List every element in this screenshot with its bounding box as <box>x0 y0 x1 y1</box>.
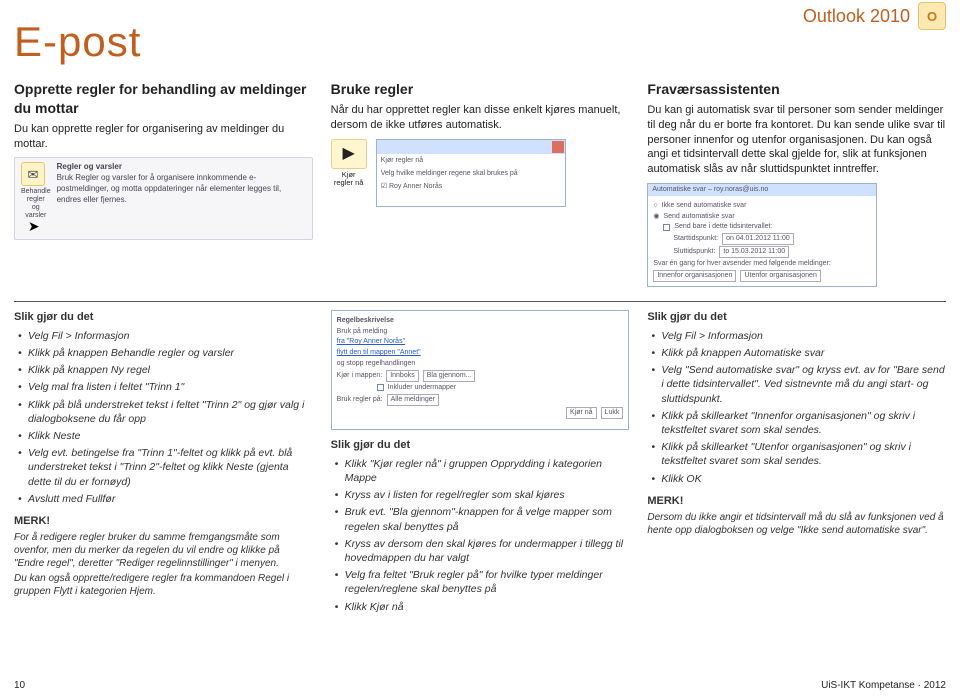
rd-alle: Alle meldinger <box>387 394 439 405</box>
steps-col-2: Regelbeskrivelse Bruk på melding fra "Ro… <box>331 310 630 617</box>
end-value: to 15.03.2012 11:00 <box>719 246 789 257</box>
intro1-title: Opprette regler for behandling av meldin… <box>14 80 313 118</box>
slik3-heading: Slik gjør du det <box>647 310 946 325</box>
opt-interval: Send bare i dette tidsintervallet: <box>674 222 772 231</box>
intro1-body: Du kan opprette regler for organisering … <box>14 122 313 152</box>
start-label: Starttidspunkt: <box>673 234 718 243</box>
rules-icon: ✉ <box>21 162 45 186</box>
page-number: 10 <box>14 680 25 691</box>
end-label: Sluttidspunkt: <box>673 247 715 256</box>
intro3-body: Du kan gi automatisk svar til personer s… <box>647 103 946 177</box>
list-item: Velg fra feltet "Bruk regler på" for hvi… <box>335 568 630 596</box>
list-item: Klikk Kjør nå <box>335 600 630 614</box>
tab-outside: Utenfor organisasjonen <box>740 270 820 281</box>
rd-inbox: Innboks <box>386 370 419 381</box>
list-item: Velg Fil > Informasjon <box>18 329 313 343</box>
cursor-icon: ➤ <box>28 218 40 234</box>
slik2-list: Klikk "Kjør regler nå" i gruppen Opprydd… <box>331 457 630 614</box>
fig1-label1: Behandle regler <box>21 188 51 203</box>
list-item: Klikk på knappen Automatiske svar <box>651 346 946 360</box>
start-value: on 04.01.2012 11:00 <box>722 233 794 244</box>
figure-rules-alerts: ✉ Behandle regler og varsler ➤ Regler og… <box>14 157 313 239</box>
list-item: Velg Fil > Informasjon <box>651 329 946 343</box>
rd-include: Inkluder undermapper <box>388 383 457 392</box>
list-item: Klikk på skillearket "Innenfor organisas… <box>651 409 946 437</box>
rd-browse: Bla gjennom... <box>423 370 476 381</box>
list-item: Klikk på blå understreket tekst i feltet… <box>18 398 313 426</box>
dlg2-row2: ☑ Roy Anner Norås <box>377 180 565 193</box>
dlg2-row1: Velg hvilke meldinger regene skal brukes… <box>377 167 565 180</box>
opt-nosend: Ikke send automatiske svar <box>662 201 747 210</box>
dlg2-title: Kjør regler nå <box>377 154 565 167</box>
dlg3-note: Svar én gang for hver avsender med følge… <box>653 259 871 268</box>
figure-autoresponse-dialog: Automatiske svar – roy.noras@uis.no ○Ikk… <box>647 183 877 287</box>
merk1-heading: MERK! <box>14 514 313 529</box>
rd-row: Bruk på melding <box>337 327 624 336</box>
app-name: Outlook 2010 <box>803 6 910 27</box>
rd-row: fra "Roy Anner Norås" <box>337 337 624 346</box>
list-item: Klikk på knappen Behandle regler og vars… <box>18 346 313 360</box>
slik1-heading: Slik gjør du det <box>14 310 313 325</box>
figure-run-rules-dialog: Kjør regler nå Velg hvilke meldinger reg… <box>376 139 566 207</box>
figure-rule-detail-dialog: Regelbeskrivelse Bruk på melding fra "Ro… <box>331 310 630 430</box>
tab-inside: Innenfor organisasjonen <box>653 270 736 281</box>
merk1-body1: For å redigere regler bruker du samme fr… <box>14 531 313 570</box>
merk3-body: Dersom du ikke angir et tidsintervall må… <box>647 511 946 537</box>
list-item: Klikk OK <box>651 472 946 486</box>
merk1-body2: Du kan også opprette/redigere regler fra… <box>14 572 313 598</box>
list-item: Klikk på skillearket "Utenfor organisasj… <box>651 440 946 468</box>
list-item: Velg evt. betingelse fra "Trinn 1"-felte… <box>18 446 313 489</box>
rd-row: og stopp regelhandlingen <box>337 359 624 368</box>
fig1-desc: Bruk Regler og varsler for å organisere … <box>57 173 282 204</box>
outlook-icon: O <box>918 2 946 30</box>
slik1-list: Velg Fil > Informasjon Klikk på knappen … <box>14 329 313 506</box>
intro-col-2: Bruke regler Når du har opprettet regler… <box>331 80 630 287</box>
rd-row: Regelbeskrivelse <box>337 316 624 325</box>
run-rules-icon: ▶ <box>331 139 367 169</box>
list-item: Bruk evt. "Bla gjennom"-knappen for å ve… <box>335 505 630 533</box>
list-item: Kryss av dersom den skal kjøres for unde… <box>335 537 630 565</box>
steps-col-3: Slik gjør du det Velg Fil > Informasjon … <box>647 310 946 617</box>
list-item: Avslutt med Fullfør <box>18 492 313 506</box>
figure-run-rules-button: ▶ Kjør regler nå <box>331 139 367 188</box>
close-icon <box>552 141 564 153</box>
rd-run: Kjør nå <box>566 407 597 418</box>
list-item: Klikk på knappen Ny regel <box>18 363 313 377</box>
merk3-heading: MERK! <box>647 494 946 509</box>
list-item: Velg mal fra listen i feltet "Trinn 1" <box>18 380 313 394</box>
separator <box>14 301 946 302</box>
list-item: Kryss av i listen for regel/regler som s… <box>335 488 630 502</box>
list-item: Velg "Send automatiske svar" og kryss ev… <box>651 363 946 406</box>
fig1-label2: og varsler <box>25 204 46 219</box>
opt-send: Send automatiske svar <box>663 212 734 221</box>
intro2-body: Når du har opprettet regler kan disse en… <box>331 103 630 133</box>
rd-close: Lukk <box>601 407 624 418</box>
intro2-title: Bruke regler <box>331 80 630 99</box>
fig1-heading: Regler og varsler <box>57 162 122 171</box>
intro-col-3: Fraværsassistenten Du kan gi automatisk … <box>647 80 946 287</box>
rd-kjor: Kjør i mappen: <box>337 371 383 380</box>
rd-bruk: Bruk regler på: <box>337 395 383 404</box>
list-item: Klikk Neste <box>18 429 313 443</box>
rd-row: flytt den til mappen "Annet" <box>337 348 624 357</box>
slik2-heading: Slik gjør du det <box>331 438 630 453</box>
intro3-title: Fraværsassistenten <box>647 80 946 99</box>
slik3-list: Velg Fil > Informasjon Klikk på knappen … <box>647 329 946 486</box>
footer-credit: UiS-IKT Kompetanse · 2012 <box>821 680 946 691</box>
dlg3-title: Automatiske svar – roy.noras@uis.no <box>648 184 876 196</box>
list-item: Klikk "Kjør regler nå" i gruppen Opprydd… <box>335 457 630 485</box>
runbtn-l2: regler nå <box>334 178 364 187</box>
intro-col-1: Opprette regler for behandling av meldin… <box>14 80 313 287</box>
steps-col-1: Slik gjør du det Velg Fil > Informasjon … <box>14 310 313 617</box>
